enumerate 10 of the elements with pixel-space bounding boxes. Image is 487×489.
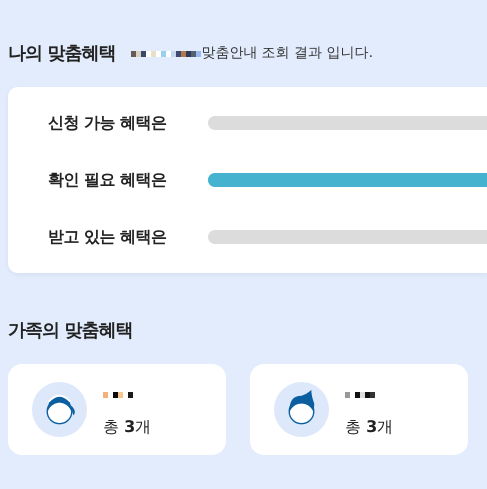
benefit-label: 받고 있는 혜택은: [48, 226, 168, 248]
benefit-label: 신청 가능 혜택은: [48, 112, 168, 134]
benefit-label: 확인 필요 혜택은: [48, 169, 168, 191]
section-title: 나의 맞춤혜택: [8, 42, 116, 66]
avatar-icon: [32, 382, 87, 437]
avatar-icon: [274, 382, 329, 437]
caption-text: 맞춤안내 조회 결과 입니다.: [201, 44, 374, 63]
count-text: 총 3개: [103, 416, 152, 438]
count-text: 총 3개: [345, 416, 394, 438]
section-title: 가족의 맞춤혜택: [8, 319, 134, 343]
